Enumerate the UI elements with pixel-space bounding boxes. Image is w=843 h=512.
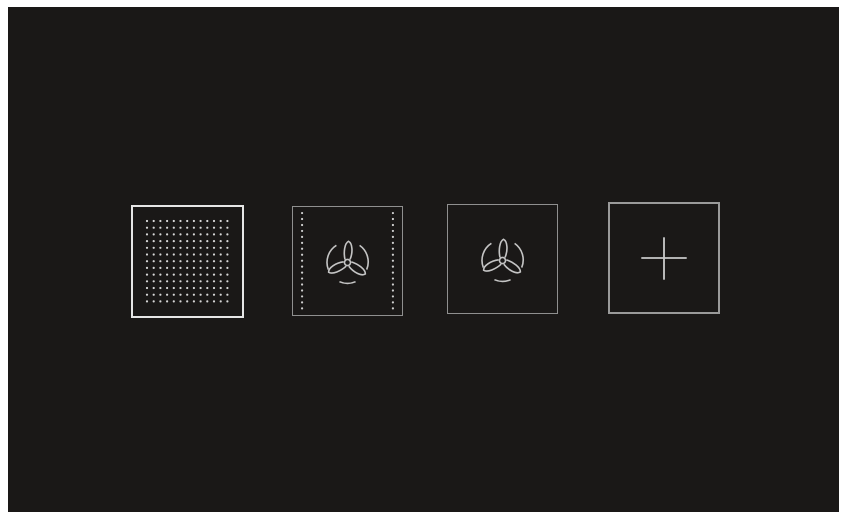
dot-grid-icon — [145, 219, 229, 303]
fan-icon — [481, 238, 524, 283]
fan-dotted-button[interactable] — [292, 206, 403, 316]
grid-pattern-button[interactable] — [131, 205, 244, 318]
fan-button[interactable] — [447, 204, 558, 314]
fan-dotted-icon — [300, 211, 395, 310]
plus-icon — [641, 237, 687, 280]
add-button[interactable] — [608, 202, 720, 314]
display-panel — [8, 7, 839, 512]
